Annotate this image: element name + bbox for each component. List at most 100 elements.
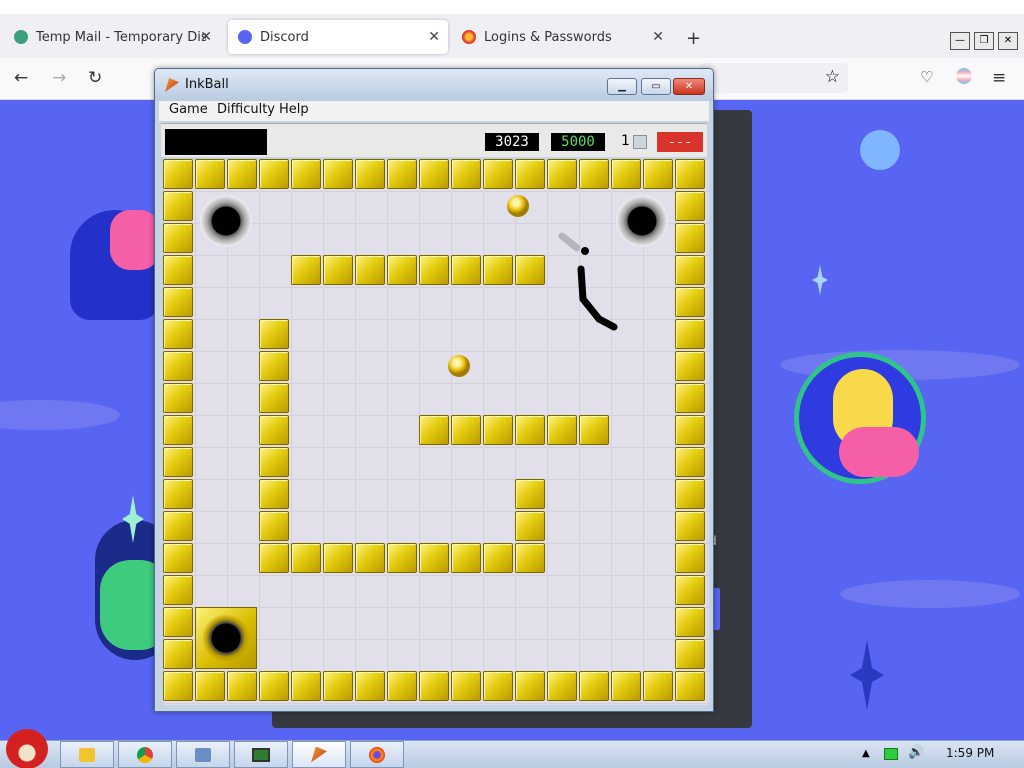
taskbar-explorer[interactable] xyxy=(60,741,114,768)
tab-label: Temp Mail - Temporary Dispo xyxy=(36,29,206,45)
yellow-brick xyxy=(515,511,545,541)
yellow-brick xyxy=(163,415,193,445)
yellow-brick xyxy=(355,255,385,285)
yellow-brick xyxy=(419,543,449,573)
character-medallion xyxy=(794,352,926,484)
yellow-brick xyxy=(163,287,193,317)
taskbar-network-tool[interactable] xyxy=(176,741,230,768)
cloud-decoration xyxy=(840,580,1020,608)
inkball-icon xyxy=(311,746,327,763)
url-bar[interactable]: ☆ xyxy=(700,63,848,93)
yellow-brick xyxy=(419,415,449,445)
yellow-brick xyxy=(163,575,193,605)
yellow-brick xyxy=(259,479,289,509)
window-title: InkBall xyxy=(185,77,229,92)
tab-temp-mail[interactable]: Temp Mail - Temporary Dispo ✕ xyxy=(4,20,220,54)
start-button-angry-bird-icon[interactable] xyxy=(6,729,48,768)
new-tab-button[interactable]: + xyxy=(686,28,701,49)
yellow-brick xyxy=(451,671,481,701)
yellow-brick xyxy=(419,159,449,189)
bookmark-star-icon[interactable]: ☆ xyxy=(825,67,840,87)
clock[interactable]: 1:59 PM xyxy=(946,746,994,760)
minimize-button[interactable]: ▁ xyxy=(607,78,637,95)
inkball-window: InkBall ▁ ▭ ✕ Game Difficulty Help 3023 … xyxy=(154,68,714,712)
yellow-brick xyxy=(291,159,321,189)
yellow-brick xyxy=(675,607,705,637)
sparkle-icon xyxy=(850,640,884,710)
close-tab-icon[interactable]: ✕ xyxy=(200,29,212,45)
network-status-icon[interactable] xyxy=(884,748,898,760)
yellow-hole-frame xyxy=(195,607,257,669)
tab-label: Discord xyxy=(260,29,309,45)
forward-icon[interactable]: → xyxy=(52,68,66,88)
game-board[interactable] xyxy=(163,159,709,705)
taskbar-inkball[interactable] xyxy=(292,741,346,768)
yellow-brick xyxy=(451,255,481,285)
account-avatar-icon[interactable] xyxy=(956,68,972,84)
inkball-status-bar: 3023 5000 1 - - - xyxy=(161,123,707,157)
yellow-hole xyxy=(200,612,252,664)
app-menu-icon[interactable]: ≡ xyxy=(992,68,1006,88)
yellow-brick xyxy=(547,159,577,189)
yellow-brick xyxy=(675,511,705,541)
yellow-brick xyxy=(611,671,641,701)
score-display: 3023 xyxy=(485,133,539,151)
back-icon[interactable]: ← xyxy=(14,68,28,88)
discord-icon xyxy=(238,30,252,44)
taskbar-chrome[interactable] xyxy=(118,741,172,768)
yellow-brick xyxy=(163,671,193,701)
yellow-brick xyxy=(675,223,705,253)
character-illustration xyxy=(110,210,160,270)
yellow-brick xyxy=(163,607,193,637)
ball-queue-icon xyxy=(633,135,647,149)
yellow-brick xyxy=(259,383,289,413)
ink-stroke xyxy=(577,265,618,331)
yellow-brick xyxy=(259,159,289,189)
close-tab-icon[interactable]: ✕ xyxy=(652,29,664,45)
maximize-button[interactable]: ▭ xyxy=(641,78,671,95)
taskbar: ▲ 🔊 1:59 PM xyxy=(0,729,1024,768)
firefox-icon xyxy=(369,746,385,763)
tempmail-icon xyxy=(14,30,28,44)
yellow-brick xyxy=(387,671,417,701)
yellow-brick xyxy=(355,671,385,701)
menu-game[interactable]: Game xyxy=(169,102,208,117)
tab-discord[interactable]: Discord ✕ xyxy=(228,20,448,54)
yellow-brick xyxy=(643,159,673,189)
yellow-brick xyxy=(675,191,705,221)
yellow-brick xyxy=(163,511,193,541)
yellow-brick xyxy=(579,415,609,445)
inkball-title-bar[interactable]: InkBall ▁ ▭ ✕ xyxy=(155,69,713,101)
yellow-brick xyxy=(259,543,289,573)
yellow-brick xyxy=(323,159,353,189)
taskbar-monitor[interactable] xyxy=(234,741,288,768)
restore-window-button[interactable]: ❐ xyxy=(974,32,994,50)
yellow-brick xyxy=(675,287,705,317)
yellow-brick xyxy=(675,319,705,349)
tab-logins[interactable]: Logins & Passwords ✕ xyxy=(452,20,672,54)
reload-icon[interactable]: ↻ xyxy=(88,68,102,88)
menu-help[interactable]: Help xyxy=(279,102,309,117)
yellow-brick xyxy=(483,255,513,285)
yellow-brick xyxy=(323,671,353,701)
close-window-button[interactable]: ✕ xyxy=(998,32,1018,50)
yellow-brick xyxy=(675,639,705,669)
volume-icon[interactable]: 🔊 xyxy=(908,745,924,760)
yellow-brick xyxy=(675,383,705,413)
close-tab-icon[interactable]: ✕ xyxy=(428,29,440,45)
taskbar-firefox[interactable] xyxy=(350,741,404,768)
yellow-brick xyxy=(515,671,545,701)
inkball-menu-bar: Game Difficulty Help xyxy=(159,101,709,121)
minimize-window-button[interactable]: — xyxy=(950,32,970,50)
menu-difficulty[interactable]: Difficulty xyxy=(217,102,275,117)
close-button[interactable]: ✕ xyxy=(673,78,705,95)
pocket-icon[interactable]: ♡ xyxy=(920,68,933,86)
yellow-brick xyxy=(259,351,289,381)
yellow-brick xyxy=(163,159,193,189)
yellow-brick xyxy=(195,159,225,189)
yellow-brick xyxy=(387,543,417,573)
tray-expand-icon[interactable]: ▲ xyxy=(862,748,870,759)
tab-label: Logins & Passwords xyxy=(484,29,612,45)
yellow-brick xyxy=(675,255,705,285)
yellow-brick xyxy=(163,319,193,349)
